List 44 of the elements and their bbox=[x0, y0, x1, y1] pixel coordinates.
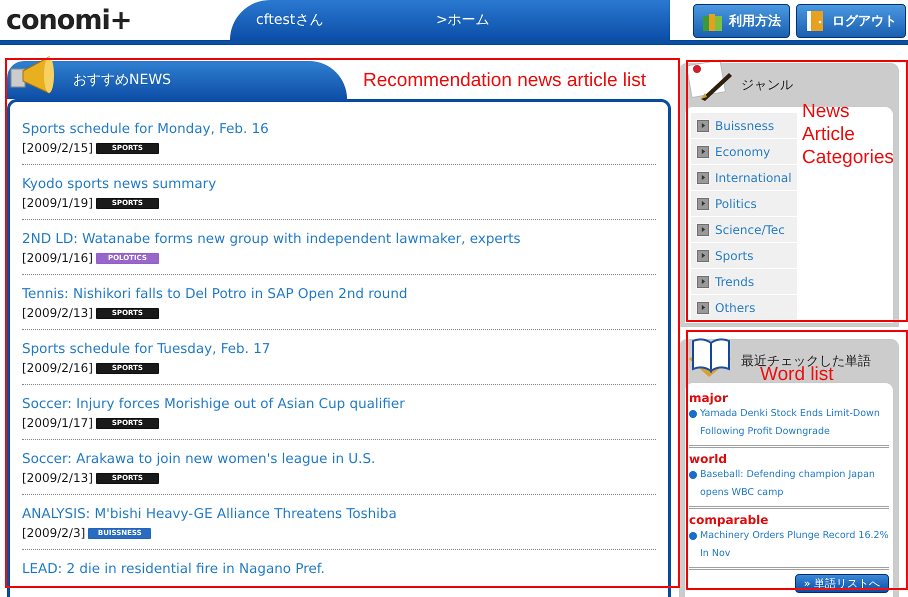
news-link[interactable]: Sports schedule for Tuesday, Feb. 17 bbox=[22, 339, 656, 359]
panel-title: ジャンル bbox=[741, 77, 793, 94]
bullet-icon bbox=[689, 532, 697, 540]
news-date: [2009/2/13] bbox=[22, 471, 93, 485]
pen-icon bbox=[685, 59, 735, 103]
genre-item[interactable]: Trends bbox=[691, 269, 797, 295]
news-date: [2009/1/17] bbox=[22, 416, 93, 430]
genre-item[interactable]: Politics bbox=[691, 191, 797, 217]
news-date: [2009/2/13] bbox=[22, 306, 93, 320]
article-link[interactable]: Baseball: Defending champion Japan opens WBC camp bbox=[700, 466, 889, 502]
genre-item[interactable]: Others bbox=[691, 295, 797, 321]
section-title: おすすめNEWS bbox=[73, 71, 172, 89]
bullet-icon bbox=[689, 410, 697, 418]
news-link[interactable]: 2ND LD: Watanabe forms new group with independent lawmaker, experts bbox=[22, 229, 656, 249]
annotation-label: News Article Categories bbox=[802, 100, 895, 169]
news-link[interactable]: Soccer: Arakawa to join new women's league in U.S. bbox=[22, 449, 656, 469]
genre-item[interactable]: Science/Tec bbox=[691, 217, 797, 243]
news-date: [2009/2/15] bbox=[22, 141, 93, 155]
news-link[interactable]: LEAD: 2 die in residential fire in Nagano Pref. bbox=[22, 559, 656, 579]
news-date: [2009/2/3] bbox=[22, 526, 86, 540]
genre-item[interactable]: Sports bbox=[691, 243, 797, 269]
bullet-icon bbox=[689, 471, 697, 479]
genre-item[interactable]: Economy bbox=[691, 139, 797, 165]
annotation-label: Recommendation news article list bbox=[363, 69, 646, 92]
news-link[interactable]: Soccer: Injury forces Morishige out of Asian Cup qualifier bbox=[22, 394, 656, 414]
help-button[interactable]: 利用方法 bbox=[693, 4, 790, 38]
user-name: cftestさん bbox=[256, 11, 324, 29]
news-link[interactable]: Kyodo sports news summary bbox=[22, 174, 656, 194]
word-label: major bbox=[689, 391, 729, 405]
home-link[interactable]: >ホーム bbox=[436, 11, 490, 29]
news-date: [2009/1/19] bbox=[22, 196, 93, 210]
word-label: world bbox=[689, 452, 728, 466]
article-link[interactable]: Yamada Denki Stock Ends Limit-Down Following Profit Downgrade bbox=[700, 405, 889, 441]
news-link[interactable]: Sports schedule for Monday, Feb. 16 bbox=[22, 119, 656, 139]
word-label: comparable bbox=[689, 513, 770, 527]
news-link[interactable]: ANALYSIS: M'bishi Heavy-GE Alliance Threatens Toshiba bbox=[22, 504, 656, 524]
news-link[interactable]: Tennis: Nishikori falls to Del Potro in SAP Open 2nd round bbox=[22, 284, 656, 304]
news-date: [2009/2/16] bbox=[22, 361, 93, 375]
news-date: [2009/1/16] bbox=[22, 251, 93, 265]
genre-item[interactable]: Buissness bbox=[691, 113, 797, 139]
article-link[interactable]: Machinery Orders Plunge Record 16.2% In Nov bbox=[700, 527, 889, 563]
genre-item[interactable]: International bbox=[691, 165, 797, 191]
logout-button[interactable]: ログアウト bbox=[796, 4, 906, 38]
site-logo[interactable]: conomi+ bbox=[0, 4, 230, 36]
